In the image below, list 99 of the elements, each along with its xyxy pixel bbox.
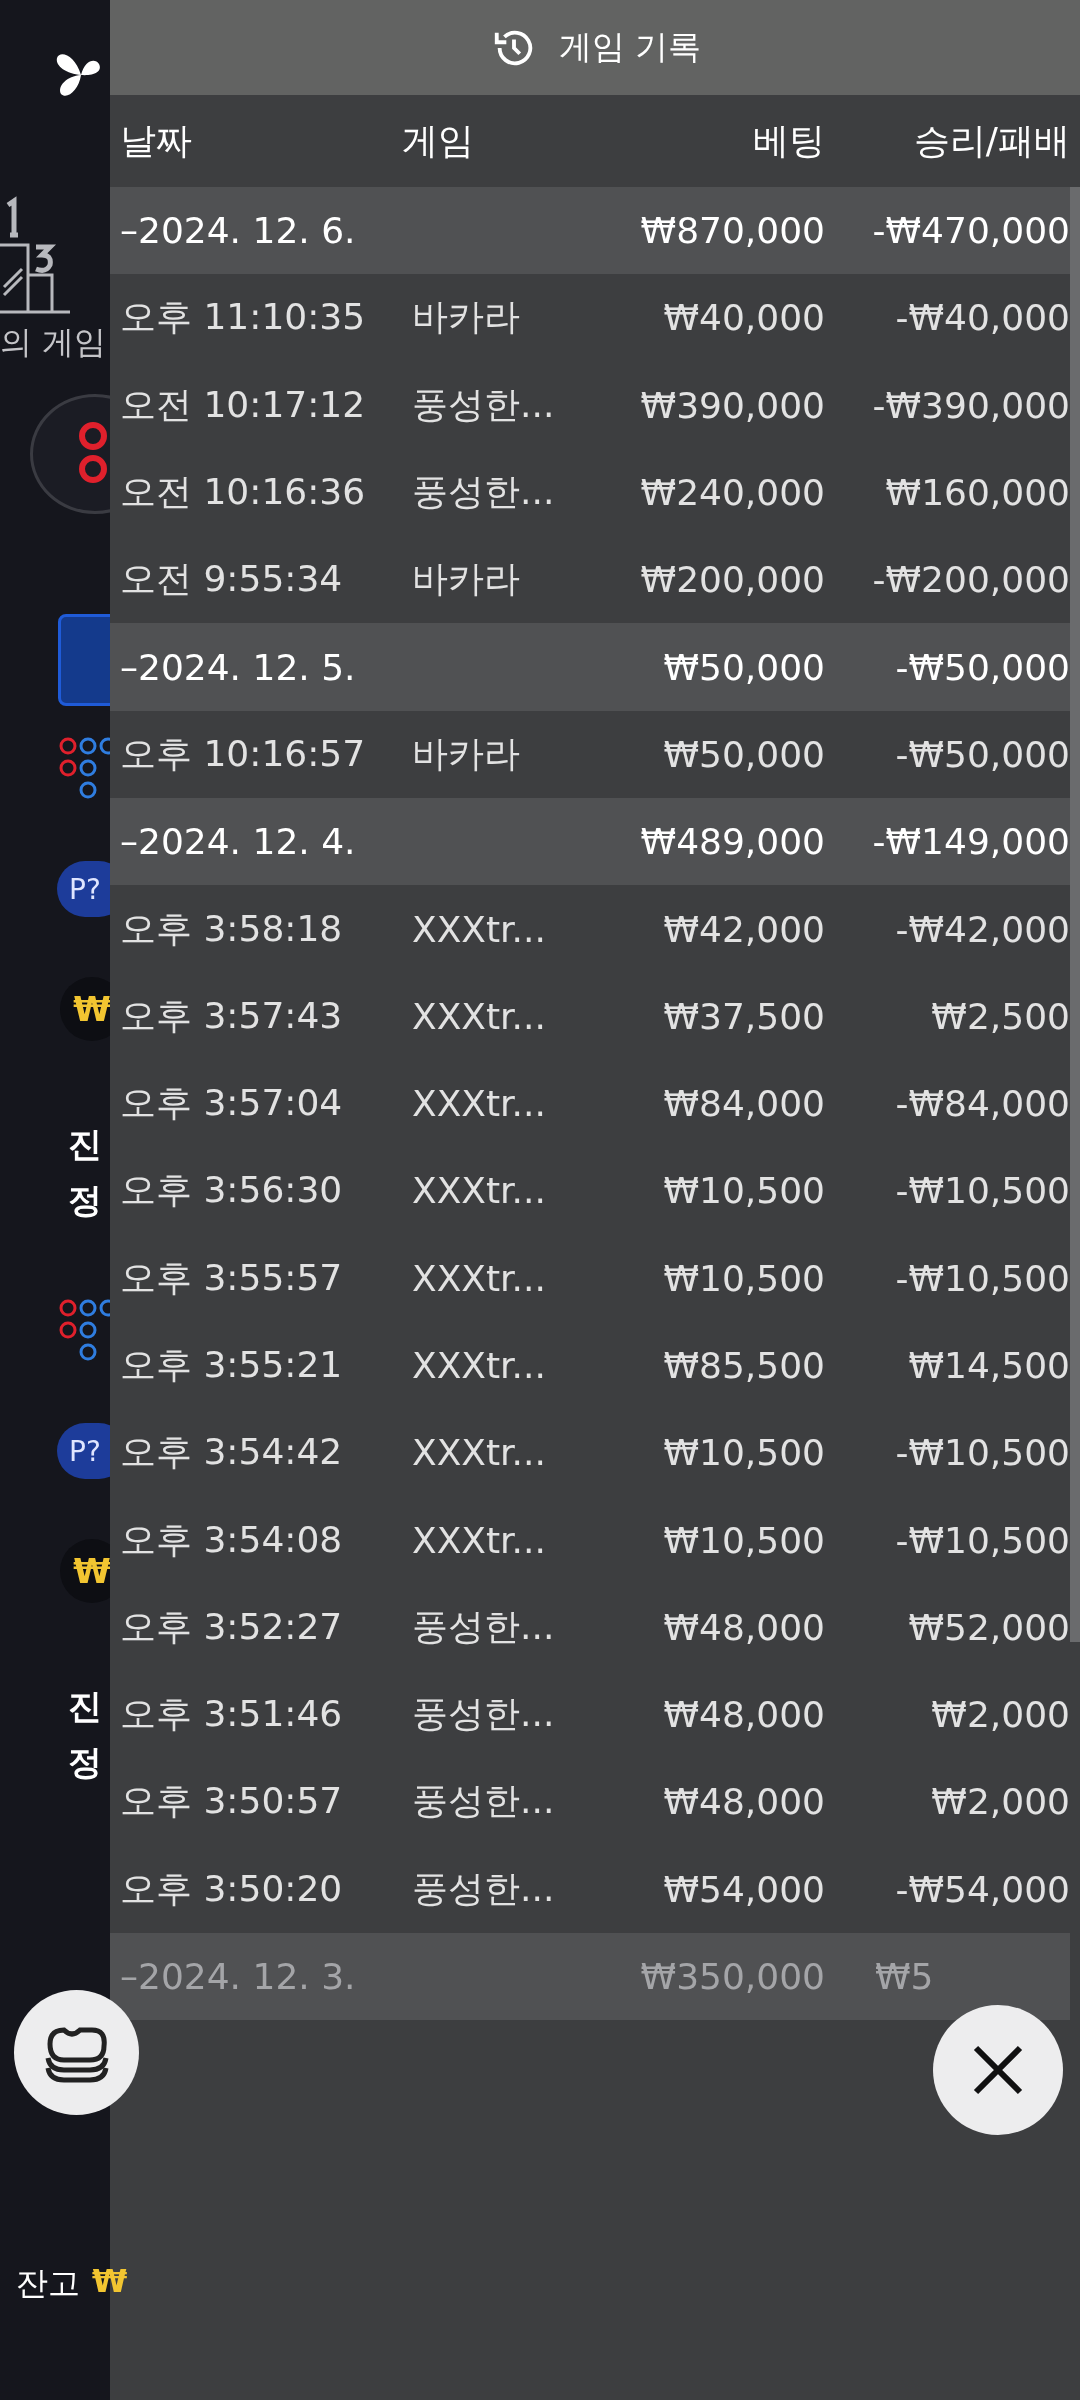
date-cell-text: –2024. 12. 5. [120, 646, 357, 688]
result-total: ₩5 [874, 1956, 935, 1998]
bet-cell-text: ₩50,000 [662, 733, 825, 775]
bet-cell-text: ₩10,500 [662, 1170, 825, 1212]
result-cell-text: -₩200,000 [871, 559, 1070, 601]
column-header: 날짜 [120, 118, 193, 163]
game-cell-text: XXXtr... [412, 1432, 547, 1474]
game-cell-text: XXXtr... [412, 995, 547, 1037]
bet-cell-text: ₩10,500 [662, 1257, 825, 1299]
game-cell-text: XXXtr... [412, 908, 547, 950]
result-cell-text: -₩10,500 [894, 1257, 1070, 1299]
time-cell-text: 오후 3:57:43 [120, 993, 344, 1038]
time-cell-text: 오전 9:55:34 [120, 557, 344, 602]
date-row[interactable]: –2024. 12. 5. ₩50,000 -₩50,000 [110, 623, 1070, 711]
time-cell-text: 오후 3:51:46 [120, 1692, 344, 1737]
bet-cell-text: ₩37,500 [662, 995, 825, 1037]
bet-cell-text: ₩48,000 [662, 1606, 825, 1648]
result-cell-text: -₩10,500 [894, 1519, 1070, 1561]
time-cell-text: 오전 10:17:12 [120, 382, 367, 427]
game-cell-text: XXXtr... [412, 1257, 547, 1299]
result-cell-text: ₩14,500 [907, 1345, 1070, 1386]
time-cell-text: 오후 11:10:35 [120, 295, 367, 340]
time-cell-text: 오후 3:50:20 [120, 1866, 344, 1911]
result-cell-text: ₩2,000 [930, 1694, 1070, 1736]
time-cell-text: 오후 3:56:30 [120, 1168, 344, 1213]
card-text: 진 [68, 1123, 103, 1166]
result-total: -₩470,000 [871, 210, 1070, 252]
bet-total: ₩350,000 [639, 1956, 825, 1998]
game-cell-text: 풍성한... [412, 1692, 556, 1737]
card-text: 진 [68, 1685, 103, 1728]
bet-cell-text: ₩10,500 [662, 1519, 825, 1561]
result-total: -₩50,000 [894, 646, 1070, 688]
bet-cell-text: ₩10,500 [662, 1432, 825, 1474]
result-cell-text: ₩52,000 [907, 1606, 1070, 1648]
bet-total: ₩870,000 [639, 210, 825, 252]
date-cell-text: –2024. 12. 6. [120, 210, 357, 252]
result-cell-text: -₩50,000 [894, 733, 1070, 775]
column-header: 승리/패배 [912, 118, 1070, 163]
result-cell-text: ₩2,000 [930, 1781, 1070, 1823]
result-cell-text: -₩10,500 [894, 1432, 1070, 1474]
game-cell-text: XXXtr... [412, 1170, 547, 1212]
panel-title: 게임 기록 [558, 26, 702, 68]
time-cell-text: 오전 10:16:36 [120, 470, 367, 515]
column-header: 게임 [402, 118, 475, 163]
date-cell-text: –2024. 12. 4. [120, 821, 357, 863]
game-cell-text: 바카라 [412, 295, 521, 340]
date-row[interactable]: –2024. 12. 6. ₩870,000 -₩470,000 [110, 187, 1070, 275]
column-header: 베팅 [752, 118, 825, 163]
bet-total: ₩50,000 [662, 646, 825, 688]
date-row[interactable]: –2024. 12. 4. ₩489,000 -₩149,000 [110, 798, 1070, 886]
result-cell-text: ₩2,500 [930, 995, 1070, 1037]
game-cell-text: 풍성한... [412, 1866, 556, 1911]
bet-cell-text: ₩54,000 [662, 1868, 825, 1910]
result-cell-text: -₩390,000 [871, 384, 1070, 426]
bet-cell-text: ₩42,000 [662, 908, 825, 950]
bet-cell-text: ₩48,000 [662, 1781, 825, 1823]
bet-cell-text: ₩390,000 [639, 384, 825, 426]
card-text: 정 [68, 1179, 103, 1222]
player-button[interactable]: P? [57, 1423, 110, 1479]
currency-badge: ₩ [60, 977, 110, 1041]
bet-cell-text: ₩84,000 [662, 1083, 825, 1125]
result-cell-text: -₩10,500 [894, 1170, 1070, 1212]
result-total: -₩149,000 [871, 821, 1070, 863]
game-cell-text: 바카라 [412, 731, 521, 776]
time-cell-text: 오후 3:54:08 [120, 1517, 344, 1562]
time-cell-text: 오후 3:55:21 [120, 1343, 344, 1387]
result-cell-text: -₩40,000 [894, 297, 1070, 339]
result-cell-text: ₩160,000 [884, 472, 1070, 514]
bet-cell-text: ₩85,500 [662, 1345, 825, 1386]
bet-total: ₩489,000 [639, 821, 825, 863]
balance-value: ₩ [92, 2262, 128, 2300]
game-cell-text: 풍성한... [412, 1779, 556, 1824]
time-cell-text: 오후 3:54:42 [120, 1430, 344, 1475]
time-cell-text: 오후 3:57:04 [120, 1081, 344, 1126]
result-cell-text: -₩84,000 [894, 1083, 1070, 1125]
time-cell-text: 오후 3:50:57 [120, 1779, 344, 1824]
currency-badge: ₩ [60, 1539, 110, 1603]
result-cell-text: -₩42,000 [894, 908, 1070, 950]
game-cell-text: 풍성한... [412, 382, 556, 427]
game-cell-text: XXXtr... [412, 1345, 547, 1386]
section-label: 의 게임 [0, 324, 108, 363]
time-cell-text: 오후 10:16:57 [120, 731, 367, 776]
game-cell-text: 바카라 [412, 557, 521, 602]
time-cell-text: 오후 3:52:27 [120, 1604, 344, 1649]
game-cell-text: XXXtr... [412, 1083, 547, 1125]
player-button[interactable]: P? [57, 861, 110, 917]
game-cell-text: XXXtr... [412, 1519, 547, 1561]
date-cell-text: –2024. 12. 3. [120, 1956, 357, 1998]
card-text: 정 [68, 1741, 103, 1784]
bet-cell-text: ₩40,000 [662, 297, 825, 339]
time-cell-text: 오후 3:55:57 [120, 1255, 344, 1300]
bet-cell-text: ₩200,000 [639, 559, 825, 601]
game-cell-text: 풍성한... [412, 1604, 556, 1649]
bet-cell-text: ₩48,000 [662, 1694, 825, 1736]
balance-label: 잔고 [16, 2263, 80, 2304]
bet-cell-text: ₩240,000 [639, 472, 825, 514]
game-cell-text: 풍성한... [412, 470, 556, 515]
result-cell-text: -₩54,000 [894, 1868, 1070, 1910]
time-cell-text: 오후 3:58:18 [120, 906, 344, 951]
